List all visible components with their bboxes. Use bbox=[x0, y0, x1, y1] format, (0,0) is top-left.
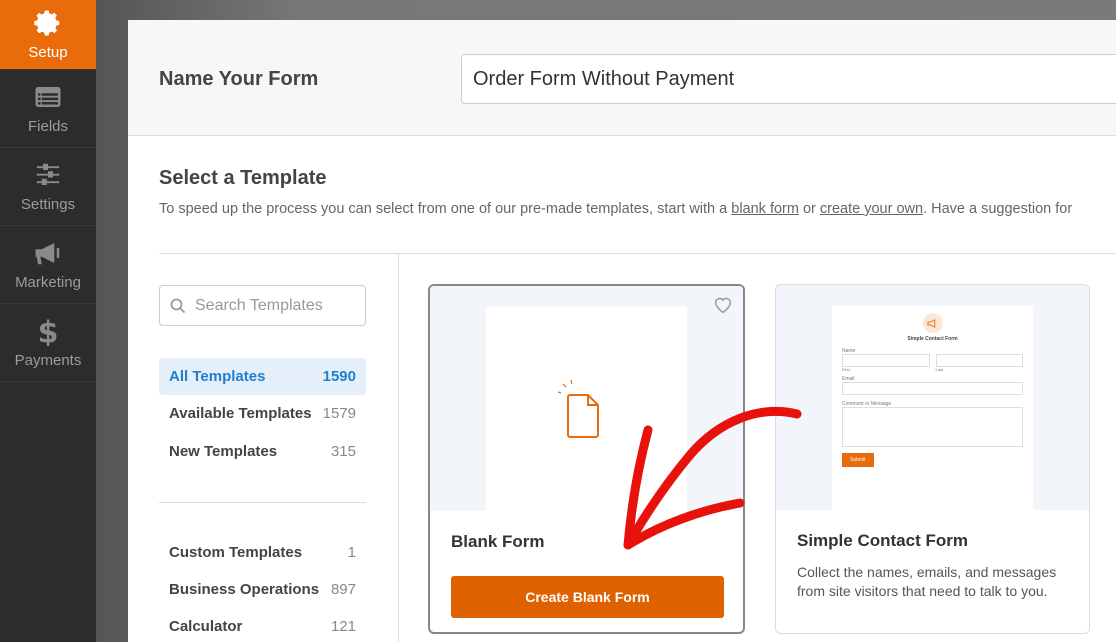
red-arrow-annotation bbox=[623, 406, 802, 550]
